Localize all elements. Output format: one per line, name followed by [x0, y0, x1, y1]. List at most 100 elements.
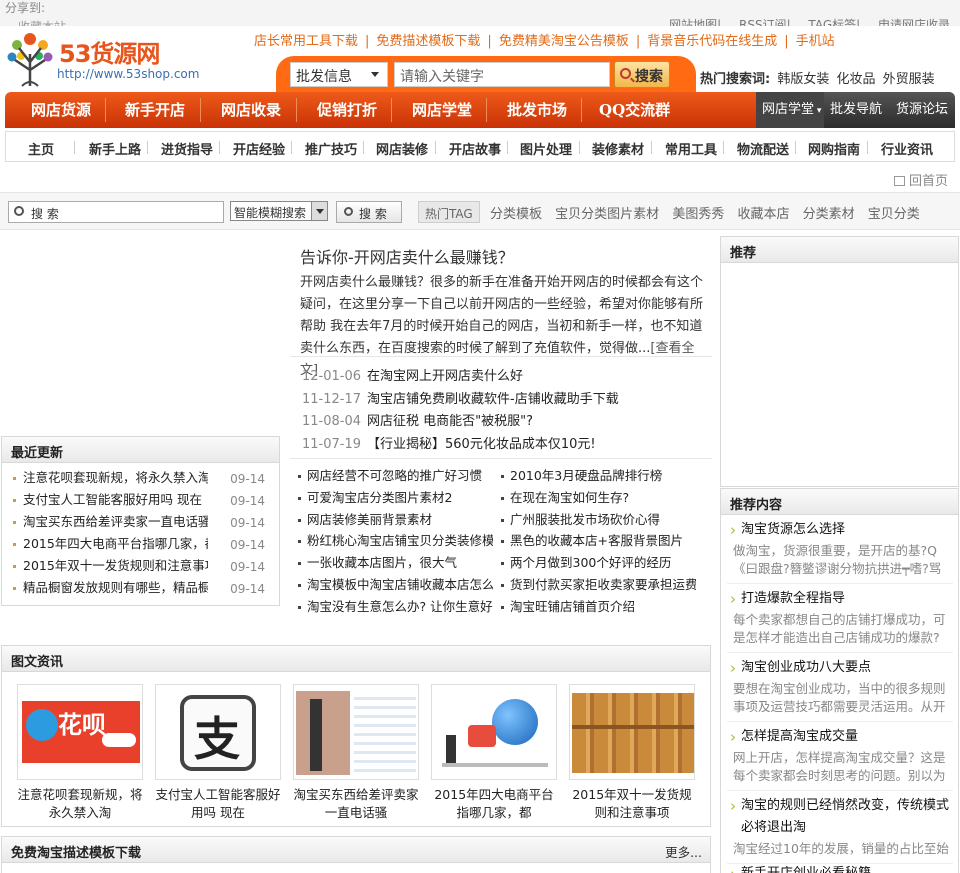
right-nav-item[interactable]: 货源论坛 [896, 92, 948, 128]
tag-link[interactable]: 分类素材 [803, 207, 855, 222]
news-item[interactable]: 12-01-06 在淘宝网上开网店卖什么好 [302, 366, 710, 389]
list-item[interactable]: 精品橱窗发放规则有哪些，精品橱 09-14 [12, 577, 269, 599]
hot-word[interactable]: 外贸服装 [883, 72, 935, 87]
news-item[interactable]: 11-07-19 【行业揭秘】560元化妆品成本仅10元! [302, 434, 710, 457]
section-title: 最近更新 [2, 437, 279, 463]
subnav-item[interactable]: 装修素材 [592, 139, 644, 158]
nav-item[interactable]: 批发市场 [507, 92, 567, 128]
subnav-item[interactable]: 推广技巧 [305, 139, 357, 158]
picture-news-item[interactable]: 支 支付宝人工智能客服好用吗 现在 [154, 684, 282, 822]
nav-item[interactable]: 促销打折 [317, 92, 377, 128]
list-item[interactable]: 淘宝旺铺店铺首页介绍 [501, 596, 696, 618]
site-search-button[interactable]: 搜 索 [336, 201, 402, 223]
picture-news-caption: 2015年四大电商平台指哪几家，都 [434, 787, 554, 820]
promo-link-tools[interactable]: 店长常用工具下载 [254, 34, 358, 49]
promo-link-mobile[interactable]: 手机站 [796, 34, 835, 49]
more-link[interactable]: 更多... [665, 842, 702, 861]
tag-link[interactable]: 宝贝分类 [868, 207, 920, 222]
recommend-item[interactable]: 淘宝的规则已经悄然改变，传统模式必将退出淘淘宝经过10年的发展，销量的占比至始 [727, 795, 953, 864]
subnav-item[interactable]: 行业资讯 [881, 139, 933, 158]
nav-item[interactable]: 网店货源 [31, 92, 91, 128]
recommend-item[interactable]: 怎样提高淘宝成交量网上开店，怎样提高淘宝成交量？这是每个卖家都会时刻思考的问题。… [727, 726, 953, 791]
tag-link[interactable]: 收藏本店 [737, 207, 789, 222]
globe-image [431, 684, 557, 780]
right-nav-item[interactable]: 网店学堂 ▾ [756, 92, 824, 128]
list-item[interactable]: 可爱淘宝店分类图片素材2 [298, 487, 493, 509]
site-logo[interactable]: 53货源网 http://www.53shop.com [5, 30, 199, 90]
recommend-item[interactable]: 淘宝创业成功八大要点要想在淘宝创业成功，当中的很多规则事项及运营技巧都需要灵活运… [727, 657, 953, 722]
secondary-search-bar: 搜 索 智能模糊搜索 搜 索 热门TAG 分类模板 宝贝分类图片素材 美图秀秀 … [0, 192, 960, 230]
subnav-item[interactable]: 新手上路 [89, 139, 141, 158]
nav-item[interactable]: 网店学堂 [412, 92, 472, 128]
list-item[interactable]: 2015年双十一发货规则和注意事项 09-14 [12, 555, 269, 577]
search-input[interactable]: 请输入关键字 [394, 62, 610, 87]
right-nav-item[interactable]: 批发导航 [830, 92, 882, 128]
chat-screenshot-image [293, 684, 419, 780]
article-title[interactable]: 告诉你-开网店卖什么最赚钱？ [300, 244, 710, 268]
list-item[interactable]: 淘宝买东西给差评卖家一直电话骚 09-14 [12, 511, 269, 533]
nav-item[interactable]: 网店收录 [221, 92, 281, 128]
subnav-item[interactable]: 图片处理 [520, 139, 572, 158]
nav-item[interactable]: 新手开店 [125, 92, 185, 128]
list-item[interactable]: 两个月做到300个好评的经历 [501, 552, 696, 574]
list-item[interactable]: 在现在淘宝如何生存? [501, 487, 696, 509]
tag-link[interactable]: 宝贝分类图片素材 [555, 207, 659, 222]
list-item[interactable]: 一张收藏本店图片，很大气 [298, 552, 493, 574]
promo-link-notice[interactable]: 免费精美淘宝公告模板 [499, 34, 629, 49]
picture-news: 图文资讯 花呗 注意花呗套现新规，将永久禁入淘 支 支付宝人工智能客服好用吗 现… [1, 645, 711, 827]
picture-news-item[interactable]: 2015年双十一发货规则和注意事项 [568, 684, 696, 822]
site-search-input[interactable]: 搜 索 [8, 201, 224, 223]
subnav-item[interactable]: 开店经验 [233, 139, 285, 158]
list-item[interactable]: 货到付款买家拒收卖家要承担运费 [501, 574, 696, 596]
article-list-left: 网店经营不可忽略的推广好习惯 可爱淘宝店分类图片素材2 网店装修美丽背景素材 粉… [298, 465, 493, 618]
recommend-item[interactable]: 打造爆款全程指导每个卖家都想自己的店铺打爆成功，可是怎样才能造出自己店铺成功的爆… [727, 588, 953, 653]
picture-news-item[interactable]: 花呗 注意花呗套现新规，将永久禁入淘 [16, 684, 144, 822]
nav-item[interactable]: QQ交流群 [599, 92, 670, 128]
list-item[interactable]: 网店经营不可忽略的推广好习惯 [298, 465, 493, 487]
list-item[interactable]: 广州服装批发市场砍价心得 [501, 509, 696, 531]
subnav-item[interactable]: 进货指导 [161, 139, 213, 158]
recommend-item[interactable]: 新手开店创业必看秘籍 [727, 863, 953, 873]
promo-link-music[interactable]: 背景音乐代码在线生成 [647, 34, 777, 49]
tag-link[interactable]: 美图秀秀 [672, 207, 724, 222]
home-icon [893, 176, 905, 186]
picture-news-caption: 2015年双十一发货规则和注意事项 [572, 787, 692, 820]
featured-article: 告诉你-开网店卖什么最赚钱？ 开网店卖什么最赚钱？很多的新手在准备开始开网店的时… [300, 244, 710, 382]
section-title: 推荐内容 [721, 489, 958, 515]
tag-link[interactable]: 分类模板 [490, 207, 542, 222]
subnav-item[interactable]: 网购指南 [808, 139, 860, 158]
search-mode-select[interactable]: 智能模糊搜索 [230, 201, 328, 221]
search-category-select[interactable]: 批发信息 [290, 62, 388, 87]
subnav-item[interactable]: 物流配送 [737, 139, 789, 158]
recommend-item[interactable]: 淘宝货源怎么选择做淘宝，货源很重要，是开店的基?Q《曰跟盘?簪鳖谬谢分物抗拱进┯… [727, 519, 953, 584]
list-item[interactable]: 粉红桃心淘宝店铺宝贝分类装修模 [298, 530, 493, 552]
recommend-box: 推荐 [720, 236, 959, 487]
news-item[interactable]: 11-12-17 淘宝店铺免费刷收藏软件-店铺收藏助手下载 [302, 389, 710, 412]
hot-word[interactable]: 韩版女装 [777, 72, 829, 87]
subnav-item[interactable]: 常用工具 [665, 139, 717, 158]
list-item[interactable]: 网店装修美丽背景素材 [298, 509, 493, 531]
section-title: 推荐 [721, 237, 958, 263]
promo-link-templates[interactable]: 免费描述模板下载 [376, 34, 480, 49]
hot-word[interactable]: 化妆品 [837, 72, 876, 87]
list-item[interactable]: 淘宝模板中淘宝店铺收藏本店怎么 [298, 574, 493, 596]
list-item[interactable]: 注意花呗套现新规，将永久禁入淘 09-14 [12, 467, 269, 489]
search-button[interactable]: 搜索 [614, 61, 670, 88]
subnav-item[interactable]: 主页 [28, 139, 54, 158]
list-item[interactable]: 淘宝没有生意怎么办? 让你生意好 [298, 596, 493, 618]
search-icon [620, 68, 631, 79]
picture-news-item[interactable]: 2015年四大电商平台指哪几家，都 [430, 684, 558, 822]
subnav-item[interactable]: 网店装修 [376, 139, 428, 158]
share-bar: 分享到: 收藏本站 网站地图| RSS订阅| TAG标签| 申请网店收录 [0, 0, 960, 34]
picture-news-caption: 支付宝人工智能客服好用吗 现在 [155, 787, 281, 820]
hot-search-label: 热门搜索词: [700, 72, 771, 87]
list-item[interactable]: 黑色的收藏本店+客服背景图片 [501, 530, 696, 552]
list-item[interactable]: 支付宝人工智能客服好用吗 现在 09-14 [12, 489, 269, 511]
list-item[interactable]: 2010年3月硬盘品牌排行榜 [501, 465, 696, 487]
list-item[interactable]: 2015年四大电商平台指哪几家，都 09-14 [12, 533, 269, 555]
news-item[interactable]: 11-08-04 网店征税 电商能否"被税服"? [302, 411, 710, 434]
home-link[interactable]: 回首页 [893, 170, 948, 189]
picture-news-item[interactable]: 淘宝买东西给差评卖家一直电话骚 [292, 684, 420, 822]
chevron-down-icon [371, 72, 379, 77]
subnav-item[interactable]: 开店故事 [449, 139, 501, 158]
